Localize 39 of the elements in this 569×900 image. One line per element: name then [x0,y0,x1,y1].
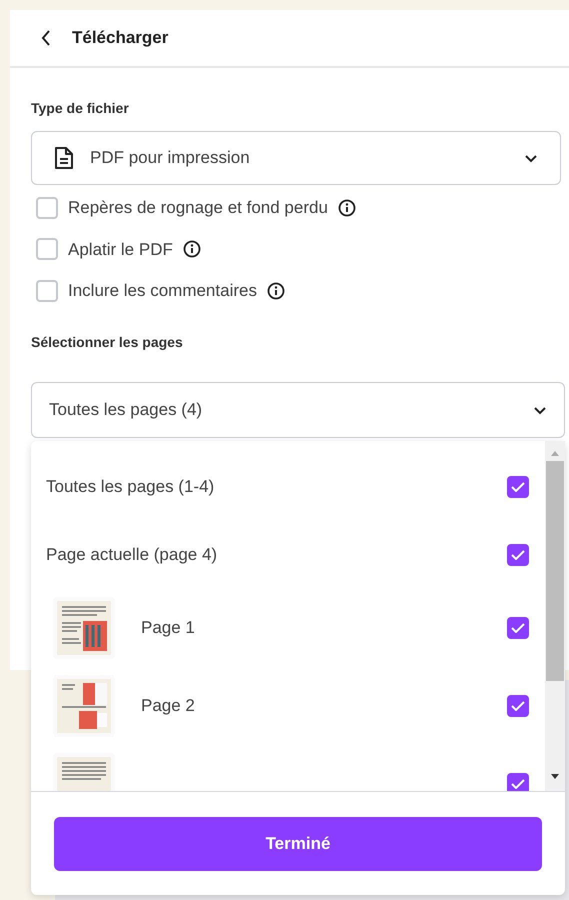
page-option[interactable]: Page 2 [31,667,545,745]
check-icon [511,701,525,711]
page-option[interactable]: Page actuelle (page 4) [31,521,545,589]
checkbox[interactable] [507,544,529,566]
scrollbar[interactable] [545,441,565,791]
scroll-down-icon [551,774,559,779]
checkbox[interactable] [507,773,529,791]
option-label: Repères de rognage et fond perdu [68,197,328,219]
panel-title: Télécharger [72,27,168,50]
check-icon [511,482,525,492]
back-icon [40,29,52,47]
page-thumbnail [57,679,111,733]
checkbox[interactable] [507,695,529,717]
pages-label: Sélectionner les pages [31,332,184,352]
chevron-down-icon [533,406,547,414]
scroll-up-icon [551,451,559,456]
check-icon [511,550,525,560]
option-label: Aplatir le PDF [68,238,173,260]
checkbox[interactable] [36,238,58,260]
info-icon[interactable] [338,198,356,217]
document-icon [54,146,74,170]
checkbox[interactable] [36,196,58,219]
pages-dropdown[interactable]: Toutes les pages (4) [31,382,565,438]
checkbox[interactable] [36,280,58,302]
page-thumbnail [57,601,111,655]
scrollbar-thumb[interactable] [546,461,564,681]
info-icon[interactable] [266,282,285,300]
page-option[interactable]: Page 1 [31,589,545,667]
info-icon[interactable] [182,240,201,258]
page-option[interactable]: Toutes les pages (1-4) [31,453,545,521]
option-label: Inclure les commentaires [68,280,257,302]
done-button[interactable]: Terminé [54,816,542,870]
file-type-label: Type de fichier [31,99,130,118]
check-icon [511,623,525,633]
checkbox[interactable] [507,617,529,639]
file-type-dropdown[interactable]: PDF pour impression [31,131,561,185]
chevron-down-icon [524,154,538,162]
checkbox[interactable] [507,476,529,498]
check-icon [511,779,525,789]
